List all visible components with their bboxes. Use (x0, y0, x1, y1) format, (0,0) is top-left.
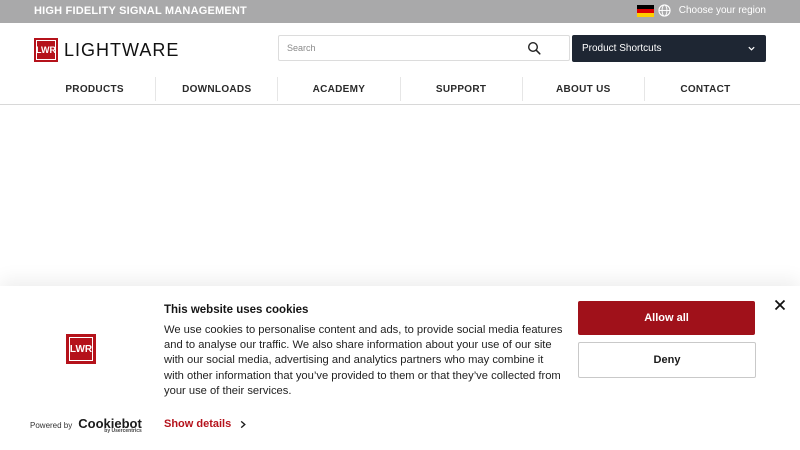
powered-by-cookiebot[interactable]: Powered by Cookiebot by Usercentrics (30, 417, 142, 434)
chevron-right-icon (241, 420, 247, 428)
site-header: LWR LIGHTWARE Product Shortcuts (0, 23, 800, 73)
lightware-logo[interactable]: LWR LIGHTWARE (34, 38, 179, 62)
powered-by-label: Powered by (30, 421, 73, 430)
deny-button[interactable]: Deny (578, 342, 756, 378)
cookiebot-logo: Cookiebot by Usercentrics (78, 417, 142, 434)
product-shortcuts-label: Product Shortcuts (582, 43, 662, 54)
nav-item-about-us[interactable]: ABOUT US (523, 77, 645, 101)
nav-item-academy[interactable]: ACADEMY (278, 77, 401, 101)
main-nav: PRODUCTS DOWNLOADS ACADEMY SUPPORT ABOUT… (34, 77, 766, 101)
cookie-title: This website uses cookies (164, 304, 309, 316)
close-icon[interactable] (774, 299, 786, 311)
region-selector[interactable]: Choose your region (636, 4, 766, 17)
logo-mark: LWR (34, 38, 58, 62)
nav-item-support[interactable]: SUPPORT (401, 77, 523, 101)
nav-item-products[interactable]: PRODUCTS (34, 77, 157, 101)
top-bar: HIGH FIDELITY SIGNAL MANAGEMENT Choose y… (0, 0, 800, 23)
germany-flag-icon[interactable] (636, 4, 654, 17)
allow-all-button[interactable]: Allow all (578, 301, 755, 335)
show-details-label: Show details (164, 418, 232, 430)
chevron-down-icon (748, 46, 755, 51)
logo-text: LIGHTWARE (64, 39, 180, 60)
nav-item-contact[interactable]: CONTACT (645, 77, 766, 101)
region-label[interactable]: Choose your region (679, 5, 766, 16)
nav-item-downloads[interactable]: DOWNLOADS (156, 77, 279, 101)
search-input[interactable] (279, 36, 519, 60)
nav-divider (0, 104, 800, 105)
search-box[interactable] (278, 35, 570, 61)
search-icon[interactable] (527, 41, 541, 55)
cookiebot-sub: by Usercentrics (104, 428, 142, 434)
globe-icon[interactable] (658, 4, 671, 17)
cookie-body-text: We use cookies to personalise content an… (164, 324, 563, 397)
product-shortcuts-dropdown[interactable]: Product Shortcuts (572, 35, 766, 62)
tagline: HIGH FIDELITY SIGNAL MANAGEMENT (34, 5, 247, 17)
show-details-link[interactable]: Show details (164, 418, 247, 430)
cookie-banner-logo: LWR (66, 334, 96, 364)
cookie-banner: LWR Powered by Cookiebot by Usercentrics… (0, 286, 800, 450)
